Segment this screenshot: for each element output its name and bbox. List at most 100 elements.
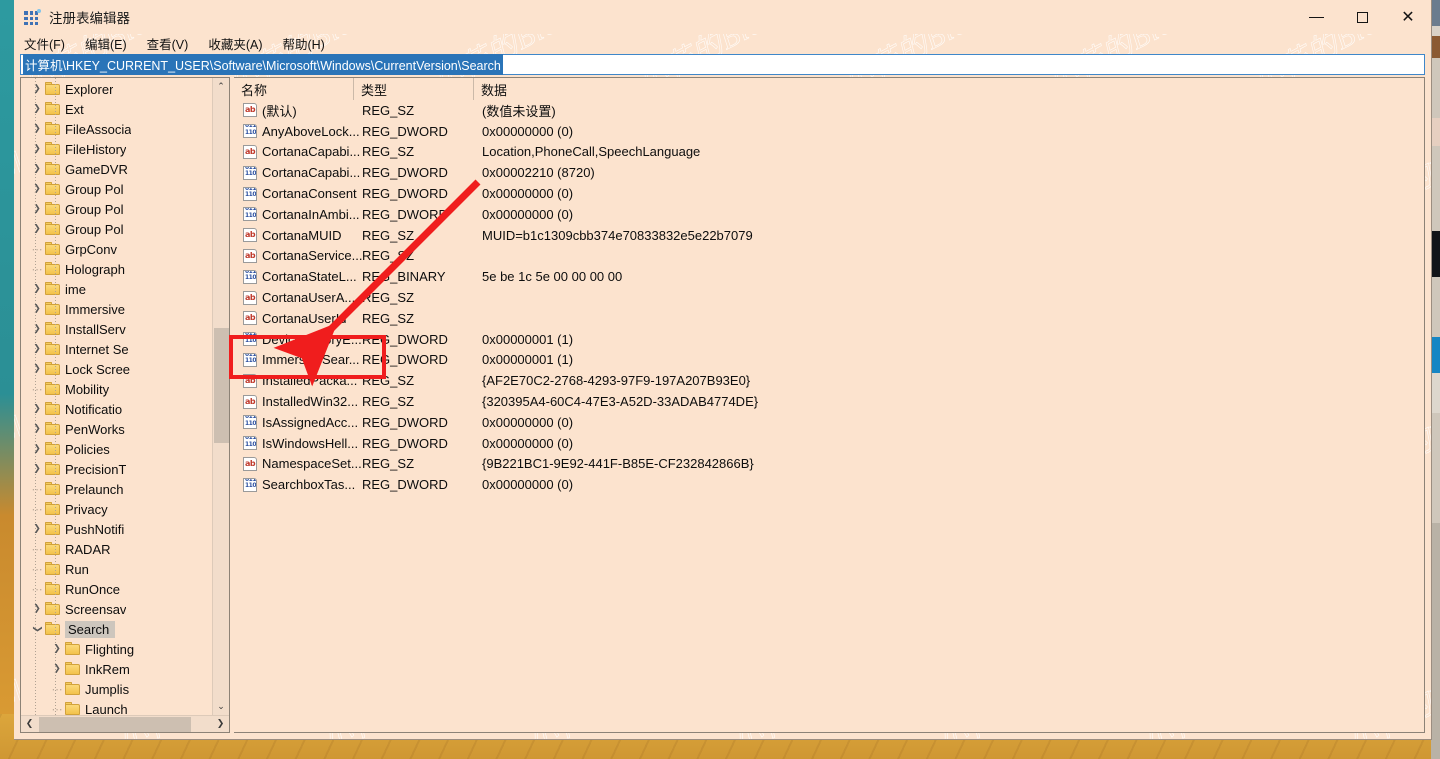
menu-favorites[interactable]: 收藏夹(A) bbox=[208, 34, 262, 53]
tree-item-inkrem[interactable]: ❯ InkRem bbox=[21, 659, 212, 679]
registry-value-row[interactable]: CortanaUserId REG_SZ bbox=[234, 308, 1424, 329]
tree-item-ext[interactable]: ❯ Ext bbox=[21, 99, 212, 119]
chevron-right-icon[interactable]: ❯ bbox=[29, 344, 45, 354]
tree-horizontal-scroll-thumb[interactable] bbox=[39, 717, 191, 732]
tree-item-fileassocia[interactable]: ❯ FileAssocia bbox=[21, 119, 212, 139]
tree-item-jumplis[interactable]: ⋯ Jumplis bbox=[21, 679, 212, 699]
registry-value-row[interactable]: IsAssignedAcc...REG_DWORD 0x00000000 (0) bbox=[234, 412, 1424, 433]
registry-value-row[interactable]: ImmersiveSear...REG_DWORD 0x00000001 (1) bbox=[234, 350, 1424, 371]
value-data-cell: MUID=b1c1309cbb374e70833832e5e22b7079 bbox=[482, 227, 753, 243]
chevron-down-icon[interactable]: ❯ bbox=[32, 621, 42, 637]
tree-item-launch[interactable]: ⋯ Launch bbox=[21, 699, 212, 715]
tree-item-gamedvr[interactable]: ❯ GameDVR bbox=[21, 159, 212, 179]
chevron-right-icon[interactable]: ❯ bbox=[29, 164, 45, 174]
registry-value-row[interactable]: CortanaConsent REG_DWORD 0x00000000 (0) bbox=[234, 183, 1424, 204]
menu-help[interactable]: 帮助(H) bbox=[282, 34, 324, 53]
tree-item-pushnotifi[interactable]: ❯ PushNotifi bbox=[21, 519, 212, 539]
chevron-right-icon[interactable]: ❯ bbox=[29, 284, 45, 294]
registry-value-row[interactable]: DeviceHistoryE...REG_DWORD 0x00000001 (1) bbox=[234, 329, 1424, 350]
chevron-right-icon[interactable]: ❯ bbox=[29, 104, 45, 114]
address-path-text[interactable]: 计算机\HKEY_CURRENT_USER\Software\Microsoft… bbox=[23, 54, 503, 75]
close-button[interactable]: ✕ bbox=[1385, 0, 1431, 34]
minimize-button[interactable] bbox=[1293, 0, 1339, 34]
tree-scroll-right-icon[interactable]: ❯ bbox=[212, 719, 229, 729]
registry-value-row[interactable]: InstalledPacka...REG_SZ {AF2E70C2-2768-42… bbox=[234, 370, 1424, 391]
chevron-right-icon[interactable]: ❯ bbox=[49, 664, 65, 674]
menu-view[interactable]: 查看(V) bbox=[147, 34, 189, 53]
chevron-right-icon[interactable]: ❯ bbox=[29, 444, 45, 454]
column-header-type[interactable]: 类型 bbox=[354, 78, 474, 100]
bg-seg-4 bbox=[1431, 58, 1440, 118]
chevron-right-icon[interactable]: ❯ bbox=[29, 84, 45, 94]
maximize-button[interactable] bbox=[1339, 0, 1385, 34]
tree-item-explorer[interactable]: ❯ Explorer bbox=[21, 79, 212, 99]
chevron-right-icon[interactable]: ❯ bbox=[29, 424, 45, 434]
tree-vertical-scroll-thumb[interactable] bbox=[214, 328, 229, 443]
folder-icon bbox=[45, 502, 60, 515]
bg-seg-5 bbox=[1431, 118, 1440, 146]
chevron-right-icon[interactable]: ❯ bbox=[29, 464, 45, 474]
registry-value-row[interactable]: IsWindowsHell...REG_DWORD 0x00000000 (0) bbox=[234, 433, 1424, 454]
chevron-right-icon[interactable]: ❯ bbox=[29, 204, 45, 214]
chevron-right-icon[interactable]: ❯ bbox=[29, 304, 45, 314]
chevron-right-icon[interactable]: ❯ bbox=[29, 144, 45, 154]
chevron-right-icon[interactable]: ❯ bbox=[29, 404, 45, 414]
tree-item-mobility[interactable]: ⋯ Mobility bbox=[21, 379, 212, 399]
registry-value-row[interactable]: InstalledWin32...REG_SZ {320395A4-60C4-47… bbox=[234, 391, 1424, 412]
tree-item-immersive[interactable]: ❯ Immersive bbox=[21, 299, 212, 319]
tree-item-grpconv[interactable]: ⋯ GrpConv bbox=[21, 239, 212, 259]
tree-scroll-left-icon[interactable]: ❮ bbox=[21, 719, 38, 729]
tree-item-flighting[interactable]: ❯ Flighting bbox=[21, 639, 212, 659]
registry-value-row[interactable]: CortanaService...REG_SZ bbox=[234, 246, 1424, 267]
chevron-right-icon[interactable]: ❯ bbox=[49, 644, 65, 654]
registry-value-row[interactable]: CortanaUserA... REG_SZ bbox=[234, 287, 1424, 308]
registry-value-row[interactable]: (默认) REG_SZ (数值未设置) bbox=[234, 100, 1424, 121]
menu-edit[interactable]: 编辑(E) bbox=[85, 34, 127, 53]
registry-value-row[interactable]: NamespaceSet...REG_SZ {9B221BC1-9E92-441F… bbox=[234, 454, 1424, 475]
tree-item-radar[interactable]: ⋯ RADAR bbox=[21, 539, 212, 559]
address-bar[interactable]: 计算机\HKEY_CURRENT_USER\Software\Microsoft… bbox=[20, 54, 1425, 75]
tree-item-group-pol[interactable]: ❯ Group Pol bbox=[21, 179, 212, 199]
dword-value-icon bbox=[243, 186, 257, 201]
registry-value-row[interactable]: CortanaCapabi...REG_SZ Location,PhoneCall… bbox=[234, 142, 1424, 163]
registry-value-row[interactable]: CortanaMUID REG_SZ MUID=b1c1309cbb374e7083… bbox=[234, 225, 1424, 246]
registry-value-row[interactable]: AnyAboveLock...REG_DWORD 0x00000000 (0) bbox=[234, 121, 1424, 142]
registry-value-row[interactable]: CortanaCapabi...REG_DWORD 0x00002210 (872… bbox=[234, 162, 1424, 183]
registry-value-row[interactable]: CortanaStateL... REG_BINARY 5e be 1c 5e 00… bbox=[234, 266, 1424, 287]
chevron-right-icon[interactable]: ❯ bbox=[29, 124, 45, 134]
chevron-right-icon[interactable]: ❯ bbox=[29, 224, 45, 234]
tree-scroll-down-icon[interactable]: ⌄ bbox=[213, 698, 229, 715]
chevron-right-icon[interactable]: ❯ bbox=[29, 524, 45, 534]
tree-item-lock-scree[interactable]: ❯ Lock Scree bbox=[21, 359, 212, 379]
tree-item-holograph[interactable]: ⋯ Holograph bbox=[21, 259, 212, 279]
tree-scroll-up-icon[interactable]: ⌃ bbox=[213, 78, 229, 95]
chevron-right-icon[interactable]: ❯ bbox=[29, 604, 45, 614]
tree-item-run[interactable]: ⋯ Run bbox=[21, 559, 212, 579]
tree-item-privacy[interactable]: ⋯ Privacy bbox=[21, 499, 212, 519]
tree-item-group-pol[interactable]: ❯ Group Pol bbox=[21, 199, 212, 219]
column-header-data[interactable]: 数据 bbox=[474, 78, 1424, 100]
tree-item-runonce[interactable]: ⋯ RunOnce bbox=[21, 579, 212, 599]
tree-item-search[interactable]: ❯ Search bbox=[21, 619, 212, 639]
tree-item-notificatio[interactable]: ❯ Notificatio bbox=[21, 399, 212, 419]
tree-item-installserv[interactable]: ❯ InstallServ bbox=[21, 319, 212, 339]
column-header-name[interactable]: 名称 bbox=[234, 78, 354, 100]
chevron-right-icon[interactable]: ❯ bbox=[29, 184, 45, 194]
menu-file[interactable]: 文件(F) bbox=[24, 34, 65, 53]
tree-item-group-pol[interactable]: ❯ Group Pol bbox=[21, 219, 212, 239]
chevron-right-icon[interactable]: ❯ bbox=[29, 364, 45, 374]
tree-item-prelaunch[interactable]: ⋯ Prelaunch bbox=[21, 479, 212, 499]
tree-item-policies[interactable]: ❯ Policies bbox=[21, 439, 212, 459]
tree-item-filehistory[interactable]: ❯ FileHistory bbox=[21, 139, 212, 159]
tree-item-internet-se[interactable]: ❯ Internet Se bbox=[21, 339, 212, 359]
tree-item-penworks[interactable]: ❯ PenWorks bbox=[21, 419, 212, 439]
tree-vertical-scrollbar[interactable]: ⌃ ⌄ bbox=[212, 78, 229, 715]
tree-horizontal-scrollbar[interactable]: ❮ ❯ bbox=[21, 715, 229, 732]
tree-item-ime[interactable]: ❯ ime bbox=[21, 279, 212, 299]
registry-value-row[interactable]: CortanaInAmbi...REG_DWORD 0x00000000 (0) bbox=[234, 204, 1424, 225]
chevron-right-icon[interactable]: ❯ bbox=[29, 324, 45, 334]
registry-value-row[interactable]: SearchboxTas... REG_DWORD 0x00000000 (0) bbox=[234, 474, 1424, 495]
tree-item-precisiont[interactable]: ❯ PrecisionT bbox=[21, 459, 212, 479]
tree-item-screensav[interactable]: ❯ Screensav bbox=[21, 599, 212, 619]
